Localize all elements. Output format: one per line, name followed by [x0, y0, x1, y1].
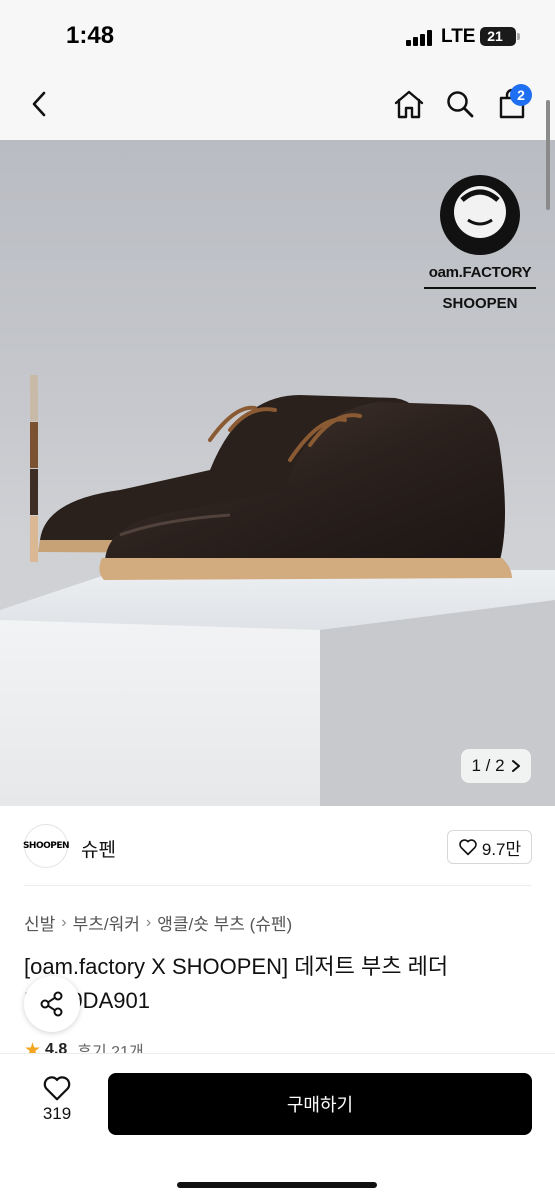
image-page-indicator[interactable]: 1 / 2 — [461, 749, 531, 783]
battery-level: 21 — [487, 28, 503, 44]
status-time: 1:48 — [66, 22, 115, 49]
home-button[interactable] — [391, 86, 427, 122]
cart-count-badge: 2 — [510, 84, 532, 106]
brand-watermark-line1: oam.FACTORY — [424, 264, 536, 289]
share-button[interactable] — [24, 976, 80, 1032]
share-icon — [40, 991, 63, 1017]
divider — [24, 885, 531, 886]
product-image-carousel[interactable]: oam.FACTORY SHOOPEN — [0, 140, 555, 806]
brand-name[interactable]: 슈펜 — [81, 835, 116, 862]
signal-icon — [406, 30, 434, 46]
breadcrumb-item[interactable]: 부츠/워커 — [73, 910, 140, 935]
breadcrumb: 신발 › 부츠/워커 › 앵클/숏 부츠 (슈펜) — [24, 910, 292, 935]
home-indicator — [177, 1182, 377, 1188]
breadcrumb-item[interactable]: 앵클/숏 부츠 (슈펜) — [157, 910, 292, 935]
brand-watermark-line2: SHOOPEN — [442, 295, 518, 312]
buy-button[interactable]: 구매하기 — [108, 1073, 532, 1135]
color-swatch-2[interactable] — [30, 422, 38, 468]
scrollbar[interactable] — [546, 100, 550, 210]
wishlist-count: 319 — [42, 1104, 72, 1123]
chevron-right-icon: › — [61, 913, 67, 931]
brand-row: SHOOPEN 슈펜 9.7만 — [0, 806, 555, 886]
status-bar: 1:48 LTE 21 — [0, 0, 555, 70]
color-swatches[interactable] — [30, 375, 38, 563]
battery-icon: 21 — [480, 27, 520, 46]
chevron-left-icon — [32, 91, 46, 117]
network-type: LTE — [441, 26, 476, 47]
search-icon — [447, 91, 474, 118]
color-swatch-3[interactable] — [30, 469, 38, 515]
brand-watermark: oam.FACTORY SHOOPEN — [424, 264, 536, 312]
heart-icon — [43, 1076, 71, 1101]
bottom-action-bar: 319 구매하기 — [0, 1053, 555, 1200]
wishlist-button[interactable]: 319 — [24, 1074, 90, 1134]
product-photo — [0, 175, 555, 806]
back-button[interactable] — [22, 86, 58, 122]
brand-logo[interactable]: SHOOPEN — [23, 824, 70, 868]
heart-icon — [459, 839, 477, 856]
home-icon — [394, 90, 424, 119]
chevron-right-icon: › — [145, 913, 152, 931]
chevron-right-icon — [511, 760, 520, 772]
color-swatch-1[interactable] — [30, 375, 38, 421]
search-button[interactable] — [442, 86, 478, 122]
page-indicator-text: 1 / 2 — [471, 756, 505, 775]
breadcrumb-item[interactable]: 신발 — [24, 910, 55, 935]
color-swatch-4[interactable] — [30, 516, 38, 562]
brand-like-button[interactable]: 9.7만 — [447, 830, 532, 864]
brand-like-count: 9.7만 — [481, 839, 522, 859]
product-title: [oam.factory X SHOOPEN] 데저트 부츠 레더 HM19DA… — [24, 954, 449, 1013]
nav-bar — [0, 70, 555, 140]
